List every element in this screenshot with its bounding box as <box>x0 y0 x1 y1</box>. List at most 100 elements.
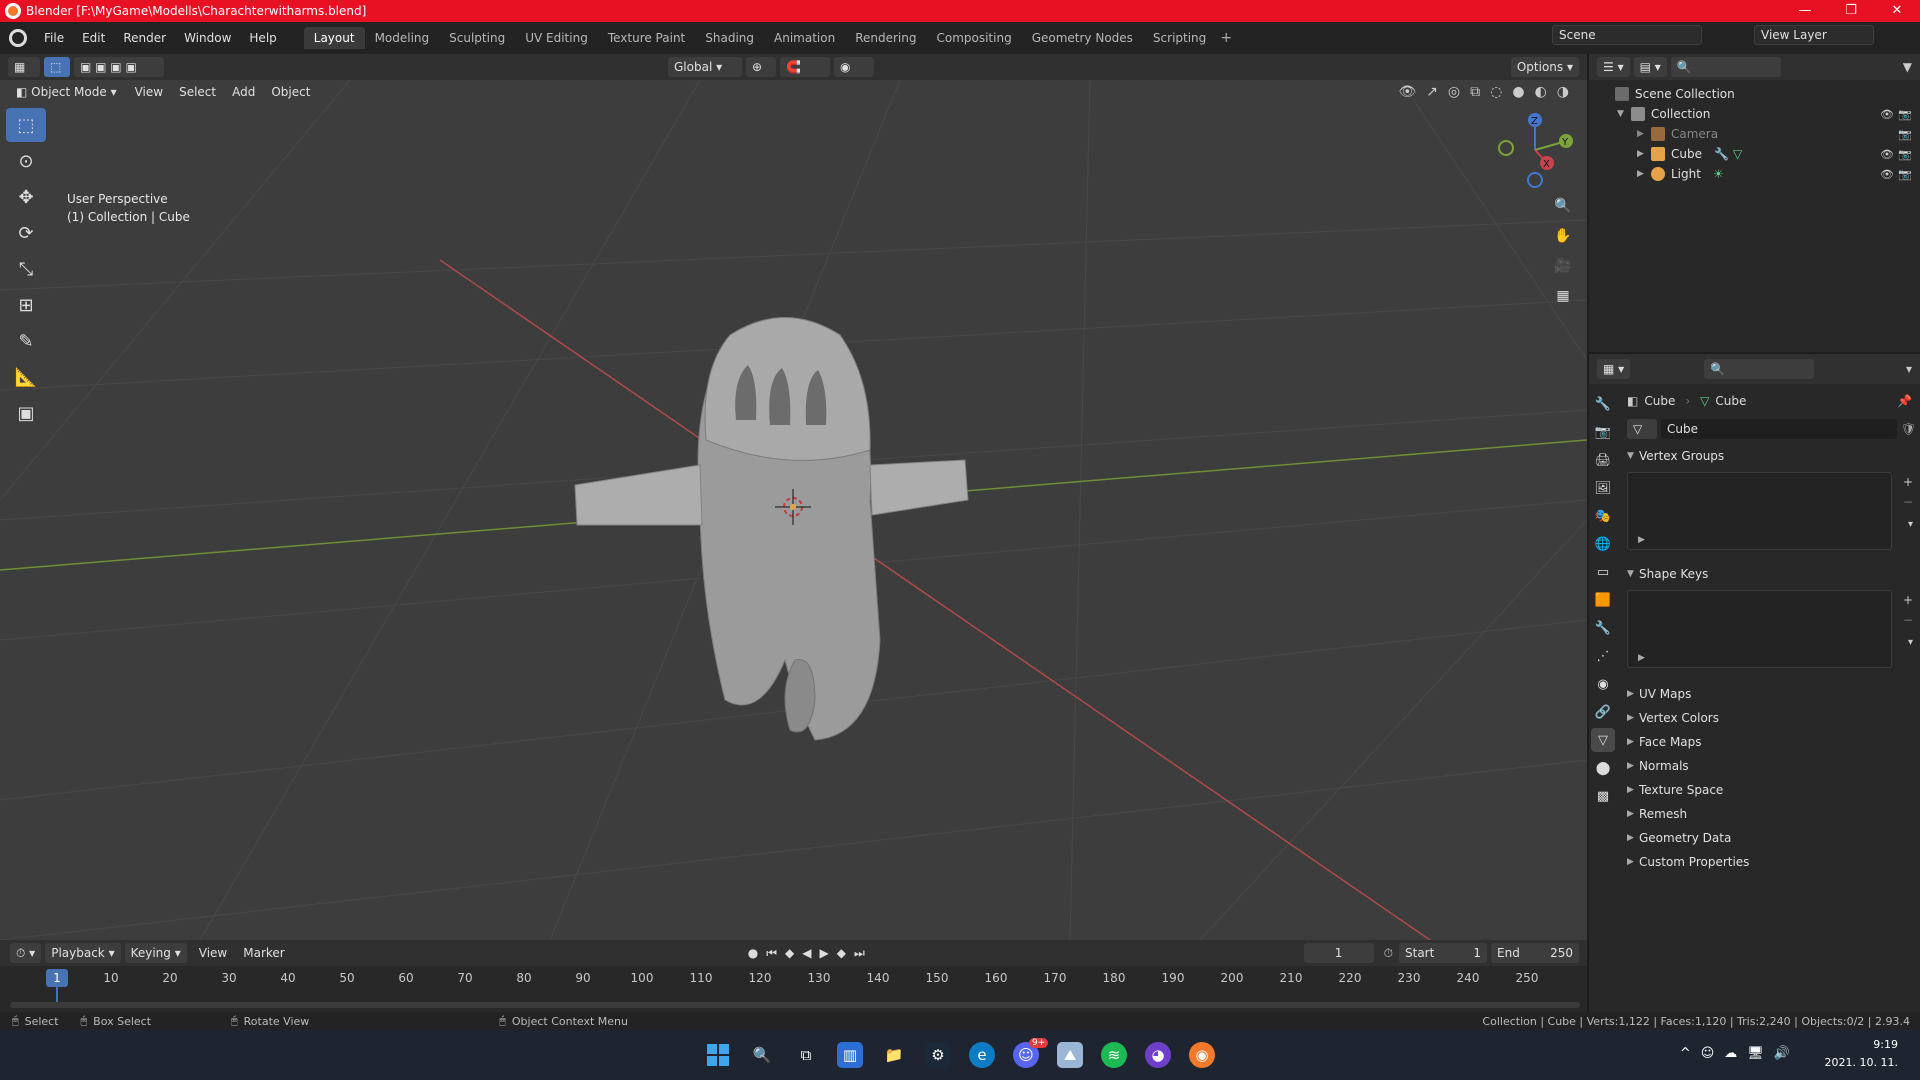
section-texture-space[interactable]: ▶ Texture Space <box>1619 778 1920 802</box>
rotate-tool-icon[interactable]: ⟳ <box>6 216 46 250</box>
data-tab-icon[interactable]: ▽ <box>1591 728 1615 752</box>
measure-tool-icon[interactable]: 📐 <box>6 360 46 394</box>
close-button[interactable]: ✕ <box>1874 0 1920 22</box>
remove-shape-key-button[interactable]: − <box>1903 613 1913 627</box>
play-icon[interactable]: ▶ <box>819 946 828 961</box>
steam-icon[interactable]: ⚙ <box>925 1042 951 1068</box>
scene-collection-row[interactable]: Scene Collection <box>1589 84 1920 104</box>
light-render-icon[interactable]: 📷 <box>1898 168 1912 181</box>
playback-menu[interactable]: Playback ▾ <box>45 943 121 963</box>
next-keyframe-icon[interactable]: ◆ <box>837 946 846 961</box>
viewport-canvas[interactable] <box>0 80 1587 940</box>
cursor-tool-icon[interactable]: ⊙ <box>6 144 46 178</box>
properties-search-input[interactable]: 🔍 <box>1704 359 1815 379</box>
proportional-edit-icon[interactable]: ◉ <box>834 57 874 77</box>
perspective-toggle-icon[interactable]: ▦ <box>1549 282 1577 310</box>
viewport-menu-add[interactable]: Add <box>224 85 263 99</box>
timeline-editor-type[interactable]: ⏱ ▾ <box>10 943 42 963</box>
spotify-icon[interactable]: ≋ <box>1101 1042 1127 1068</box>
visibility-icon[interactable]: 👁 <box>1398 84 1416 100</box>
transform-orientation-dropdown[interactable]: Global ▾ <box>668 57 742 77</box>
shape-keys-list[interactable]: ▶ + − ▾ <box>1627 590 1913 668</box>
section-custom-properties[interactable]: ▶ Custom Properties <box>1619 850 1920 874</box>
camera-render-icon[interactable]: 📷 <box>1898 128 1912 141</box>
modifier-tab-icon[interactable]: 🔧 <box>1591 616 1615 640</box>
search-icon[interactable]: 🔍 <box>749 1042 775 1068</box>
tab-sculpting[interactable]: Sculpting <box>439 27 515 49</box>
mesh-name-field[interactable]: Cube <box>1661 419 1897 439</box>
snap-icon[interactable]: 🧲 <box>780 57 830 77</box>
camera-expand-icon[interactable]: ▶ <box>1637 129 1651 139</box>
shading-material-icon[interactable]: ◐ <box>1535 84 1547 100</box>
tab-animation[interactable]: Animation <box>764 27 845 49</box>
view-layer-selector[interactable]: View Layer <box>1754 25 1874 45</box>
section-uv-maps[interactable]: ▶ UV Maps <box>1619 682 1920 706</box>
widgets-icon[interactable]: ▥ <box>837 1042 863 1068</box>
viewport-menu-object[interactable]: Object <box>263 85 318 99</box>
cube-render-icon[interactable]: 📷 <box>1898 148 1912 161</box>
annotate-tool-icon[interactable]: ✎ <box>6 324 46 358</box>
record-icon[interactable]: ● <box>748 946 758 961</box>
options-dropdown[interactable]: Options ▾ <box>1510 57 1579 77</box>
xray-icon[interactable]: ⧉ <box>1470 84 1480 100</box>
output-tab-icon[interactable]: 🖨 <box>1591 448 1615 472</box>
cube-eye-icon[interactable]: 👁 <box>1880 148 1894 161</box>
shading-wireframe-icon[interactable]: ◌ <box>1490 84 1502 100</box>
tray-discord-icon[interactable]: ☺ <box>1701 1046 1715 1061</box>
tab-shading[interactable]: Shading <box>695 27 764 49</box>
cube-character-mesh[interactable] <box>574 317 969 741</box>
task-view-icon[interactable]: ⧉ <box>793 1042 819 1068</box>
tab-uv-editing[interactable]: UV Editing <box>515 27 598 49</box>
timeline-marker-menu[interactable]: Marker <box>235 946 292 960</box>
tray-overflow-icon[interactable]: ^ <box>1680 1046 1691 1061</box>
move-tool-icon[interactable]: ✥ <box>6 180 46 214</box>
shading-rendered-icon[interactable]: ◑ <box>1557 84 1569 100</box>
blender-taskbar-icon[interactable]: ◉ <box>1189 1042 1215 1068</box>
world-tab-icon[interactable]: 🌐 <box>1591 532 1615 556</box>
windows-start-icon[interactable] <box>705 1042 731 1068</box>
prev-keyframe-icon[interactable]: ◆ <box>785 946 794 961</box>
outliner-item-camera[interactable]: ▶ Camera 📷 <box>1589 124 1920 144</box>
menu-render[interactable]: Render <box>114 31 175 45</box>
navigation-gizmo[interactable]: Z Y X <box>1490 110 1580 190</box>
outliner-item-light[interactable]: ▶ Light ☀ 👁 📷 <box>1589 164 1920 184</box>
menu-edit[interactable]: Edit <box>73 31 114 45</box>
system-clock[interactable]: 9:19 2021. 10. 11. <box>1825 1036 1898 1072</box>
editor-type-button[interactable]: ▦ <box>8 57 40 77</box>
section-remesh[interactable]: ▶ Remesh <box>1619 802 1920 826</box>
list-expand-icon[interactable]: ▶ <box>1638 535 1645 545</box>
shading-solid-icon[interactable]: ● <box>1512 84 1524 100</box>
mesh-browse-icon[interactable]: ▽ <box>1627 419 1657 439</box>
zoom-icon[interactable]: 🔍 <box>1549 192 1577 220</box>
pivot-icon[interactable]: ⊕ <box>746 57 776 77</box>
keying-menu[interactable]: Keying ▾ <box>124 943 187 963</box>
edge-browser-icon[interactable]: e <box>969 1042 995 1068</box>
3d-viewport[interactable]: User Perspective (1) Collection | Cube Z… <box>0 80 1587 940</box>
render-tab-icon[interactable]: 📷 <box>1591 420 1615 444</box>
collection-eye-icon[interactable]: 👁 <box>1880 108 1894 121</box>
add-vertex-group-button[interactable]: + <box>1903 475 1913 489</box>
volume-icon[interactable]: 🔊 <box>1774 1046 1790 1061</box>
outliner-item-cube[interactable]: ▶ Cube 🔧 ▽ 👁 📷 <box>1589 144 1920 164</box>
jump-start-icon[interactable]: ⏮ <box>766 946 777 961</box>
collection-render-icon[interactable]: 📷 <box>1898 108 1912 121</box>
outliner-editor-type[interactable]: ☰ ▾ <box>1597 57 1630 77</box>
menu-file[interactable]: File <box>35 31 73 45</box>
light-expand-icon[interactable]: ▶ <box>1637 169 1651 179</box>
end-frame-field[interactable]: End 250 <box>1491 943 1579 963</box>
viewport-menu-view[interactable]: View <box>127 85 171 99</box>
menu-help[interactable]: Help <box>240 31 285 45</box>
fake-user-shield-icon[interactable]: 🛡 <box>1901 422 1916 436</box>
select-mode-icon[interactable]: ⬚ <box>44 57 70 77</box>
vertex-group-specials-icon[interactable]: ▾ <box>1908 519 1913 530</box>
properties-options-icon[interactable]: ▾ <box>1906 362 1912 376</box>
timeline-scrollbar[interactable] <box>10 1002 1580 1008</box>
section-normals[interactable]: ▶ Normals <box>1619 754 1920 778</box>
light-eye-icon[interactable]: 👁 <box>1880 168 1894 181</box>
add-workspace-icon[interactable]: + <box>1216 30 1236 46</box>
vertex-groups-list[interactable]: ▶ + − ▾ <box>1627 472 1913 550</box>
constraints-tab-icon[interactable]: 🔗 <box>1591 700 1615 724</box>
particles-tab-icon[interactable]: ⋰ <box>1591 644 1615 668</box>
remove-vertex-group-button[interactable]: − <box>1903 495 1913 509</box>
tab-geometry-nodes[interactable]: Geometry Nodes <box>1022 27 1143 49</box>
